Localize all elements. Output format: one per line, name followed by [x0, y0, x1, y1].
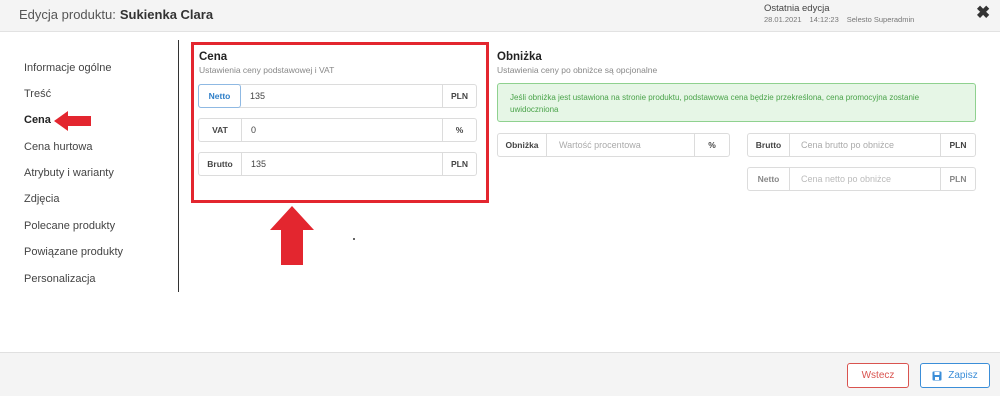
modal-header: Edycja produktu: Sukienka Clara Ostatnia …: [0, 0, 1000, 32]
save-button[interactable]: Zapisz: [920, 363, 990, 388]
discount-brutto-input[interactable]: Cena brutto po obniżce: [790, 134, 940, 156]
discount-brutto-field[interactable]: Brutto Cena brutto po obniżce PLN: [747, 133, 976, 157]
discount-percent-input[interactable]: Wartość procentowa: [547, 134, 694, 156]
floppy-disk-icon: [932, 371, 942, 380]
last-edit-info: Ostatnia edycja 28.01.2021 14:12:23 Selest…: [764, 3, 922, 25]
sidebar-item-zdjecia[interactable]: Zdjęcia: [24, 193, 59, 205]
back-button-label: Wstecz: [861, 370, 895, 381]
product-name: Sukienka Clara: [119, 7, 214, 22]
annotation-arrow-up-icon: [270, 206, 314, 265]
sidebar-item-powiazane[interactable]: Powiązane produkty: [24, 246, 123, 258]
netto-toggle[interactable]: Netto: [198, 84, 241, 108]
discount-netto-input[interactable]: Cena netto po obniżce: [790, 168, 940, 190]
page-title: Edycja produktu: Sukienka Clara: [19, 7, 213, 22]
discount-netto-field[interactable]: Netto Cena netto po obniżce PLN: [747, 167, 976, 191]
netto-field[interactable]: Netto 135 PLN: [198, 84, 477, 108]
vat-label: VAT: [199, 119, 242, 141]
save-button-label: Zapisz: [948, 370, 978, 381]
brutto-currency: PLN: [442, 153, 476, 175]
vat-percent-suffix: %: [442, 119, 476, 141]
discount-percent-suffix: %: [694, 134, 729, 156]
discount-netto-currency: PLN: [940, 168, 975, 190]
back-button[interactable]: Wstecz: [847, 363, 909, 388]
sidebar-item-informacje-ogolne[interactable]: Informacje ogólne: [24, 62, 111, 74]
last-edit-user: Selesto Superadmin: [846, 15, 915, 24]
discount-netto-label: Netto: [748, 168, 790, 190]
netto-input[interactable]: 135: [241, 85, 442, 107]
discount-section-title: Obniżka: [497, 51, 542, 63]
last-edit-label: Ostatnia edycja: [764, 3, 830, 14]
sidebar-item-cena[interactable]: Cena: [24, 114, 51, 126]
discount-section-subtitle: Ustawienia ceny po obniżce są opcjonalne: [497, 65, 658, 75]
sidebar-item-cena-hurtowa[interactable]: Cena hurtowa: [24, 141, 93, 153]
brutto-label: Brutto: [199, 153, 242, 175]
sidebar-item-personalizacja[interactable]: Personalizacja: [24, 273, 96, 285]
last-edit-time: 14:12:23: [809, 15, 839, 24]
price-section-title: Cena: [199, 51, 228, 63]
price-section-subtitle: Ustawienia ceny podstawowej i VAT: [199, 65, 335, 75]
close-icon[interactable]: ✖: [976, 3, 990, 23]
sidebar-item-polecane[interactable]: Polecane produkty: [24, 220, 115, 232]
brutto-field[interactable]: Brutto 135 PLN: [198, 152, 477, 176]
discount-brutto-currency: PLN: [940, 134, 975, 156]
sidebar-item-tresc[interactable]: Treść: [24, 88, 51, 100]
brutto-input[interactable]: 135: [242, 153, 442, 175]
discount-percent-field[interactable]: Obniżka Wartość procentowa %: [497, 133, 730, 157]
discount-info-alert: Jeśli obniżka jest ustawiona na stronie …: [497, 83, 976, 122]
discount-brutto-label: Brutto: [748, 134, 790, 156]
vat-field[interactable]: VAT 0 %: [198, 118, 477, 142]
annotation-arrow-left-icon: [54, 111, 91, 131]
discount-percent-label: Obniżka: [498, 134, 547, 156]
vat-input[interactable]: 0: [242, 119, 442, 141]
netto-currency: PLN: [442, 85, 476, 107]
page-title-prefix: Edycja produktu:: [19, 7, 116, 22]
sidebar-item-atrybuty[interactable]: Atrybuty i warianty: [24, 167, 114, 179]
stray-dot: [353, 238, 355, 240]
last-edit-date: 28.01.2021: [764, 15, 802, 24]
